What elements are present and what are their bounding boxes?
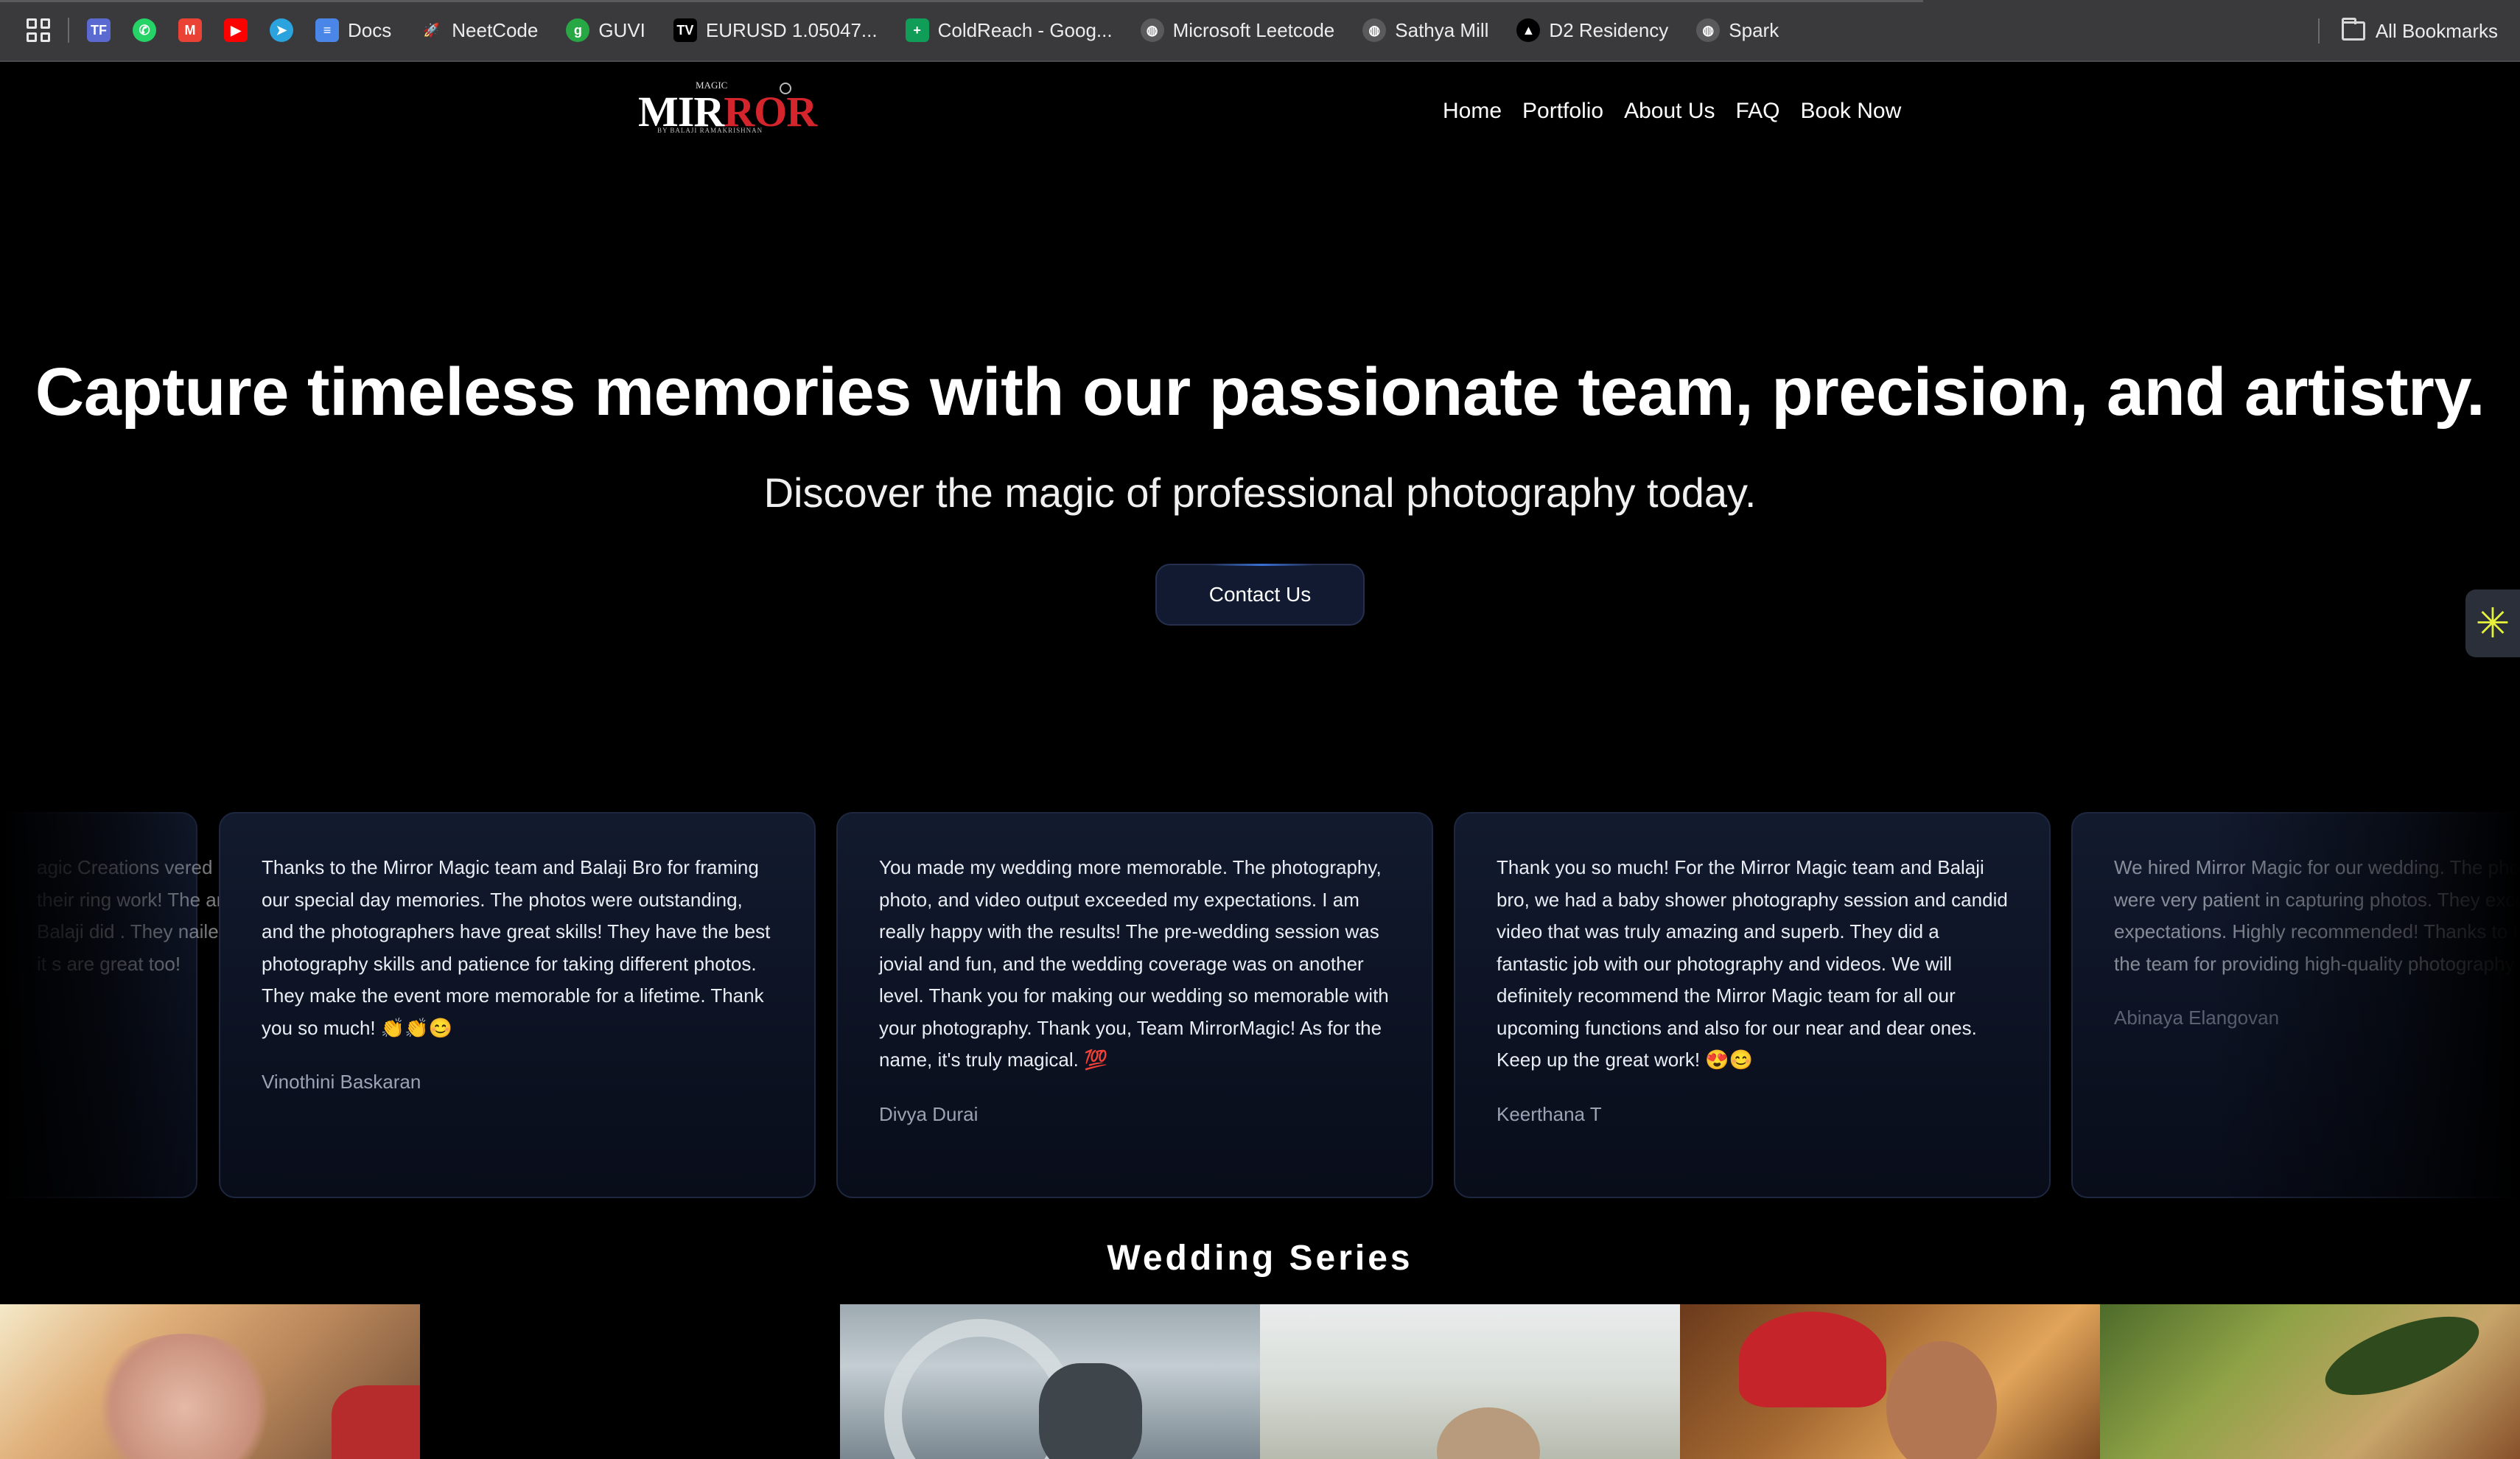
wedding-gallery [0,1304,2520,1459]
hero-title: Capture timeless memories with our passi… [35,354,2485,430]
testimonial-card: Thank you so much! For the Mirror Magic … [1454,812,2051,1198]
nav-faq[interactable]: FAQ [1736,99,1780,124]
rocket-icon: 🚀 [419,18,444,42]
bookmark-item[interactable]: ▶ [224,18,248,42]
wedding-photo[interactable] [1260,1304,1680,1459]
docs-icon: ≡ [315,18,339,42]
telegram-icon: ➤ [270,18,293,42]
all-bookmarks-label: All Bookmarks [2375,19,2498,42]
bookmark-label: Docs [348,18,392,41]
globe-icon: ◍ [1696,18,1721,42]
wedding-photo[interactable] [2100,1304,2520,1459]
testimonial-text: Thank you so much! For the Mirror Magic … [1497,856,2008,1071]
bookmark-label: Spark [1729,18,1779,41]
site-header: MAGIC MIRROR BY BALAJI RAMAKRISHNAN Home… [0,62,2520,165]
side-widget-button[interactable]: ✳ [2465,589,2520,657]
sheets-icon: + [905,18,929,42]
bookmark-item[interactable]: ◍ Spark [1696,18,1779,42]
tradingview-icon: TV [673,18,697,42]
logo-byline: BY BALAJI RAMAKRISHNAN [657,127,763,134]
wedding-series-title: Wedding Series [1107,1239,1413,1278]
bookmark-label: D2 Residency [1549,18,1669,41]
testimonial-text: You made my wedding more memorable. The … [879,856,1389,1071]
testimonial-author: Vinothini Baskaran [262,1071,421,1093]
main-nav: Home Portfolio About Us FAQ Book Now [1443,99,1901,124]
globe-icon: ◍ [1140,18,1164,42]
testimonials-carousel: agic Creations vered their ring work! Th… [0,812,2520,1198]
bookmarks-bar: TF ✆ M ▶ ➤ ≡ Docs 🚀 NeetCode g GUVI TV EURUSD 1.0504… [0,0,2520,62]
bookmark-item[interactable]: ◍ Microsoft Leetcode [1140,18,1335,42]
folder-icon [2341,18,2365,41]
testimonial-text: agic Creations vered their ring work! Th… [37,856,238,975]
testimonial-author: Divya Durai [879,1102,979,1125]
testimonial-author: Keerthana T [1497,1102,1602,1125]
bookmark-item[interactable]: 🚀 NeetCode [419,18,538,42]
youtube-icon: ▶ [224,18,248,42]
wedding-photo[interactable] [0,1304,420,1459]
bookmark-item[interactable]: M [178,18,202,42]
nav-about-us[interactable]: About Us [1624,99,1715,124]
button-glow [1208,564,1315,566]
apps-grid-icon[interactable] [27,18,50,42]
bookmarks-separator [2317,18,2320,43]
hero-subtitle: Discover the magic of professional photo… [763,469,1757,516]
bookmark-item[interactable]: g GUVI [566,18,645,42]
nav-portfolio[interactable]: Portfolio [1522,99,1603,124]
nav-home[interactable]: Home [1443,99,1502,124]
wedding-photo[interactable] [840,1304,1260,1459]
bookmark-item[interactable]: ≡ Docs [315,18,391,42]
guvi-icon: g [566,18,590,42]
whatsapp-icon: ✆ [133,18,156,42]
testimonial-author: Abinaya Elangovan [2114,1007,2280,1029]
bookmark-label: EURUSD 1.05047... [705,18,878,41]
contact-us-button[interactable]: Contact Us [1155,564,1365,626]
loading-progress-line [0,0,1923,2]
teachable-icon: TF [87,18,111,42]
testimonial-card: agic Creations vered their ring work! Th… [0,812,238,1198]
testimonial-card: You made my wedding more memorable. The … [836,812,1433,1198]
testimonial-card: We hired Mirror Magic for our wedding. T… [2071,812,2520,1198]
all-bookmarks-button[interactable]: All Bookmarks [2300,0,2498,62]
bookmark-item[interactable]: TF [87,18,111,42]
bookmark-item[interactable]: TV EURUSD 1.05047... [673,18,878,42]
mirror-magic-logo[interactable]: MAGIC MIRROR BY BALAJI RAMAKRISHNAN [635,80,817,139]
asterisk-icon: ✳ [2475,600,2510,646]
testimonial-text: We hired Mirror Magic for our wedding. T… [2114,856,2520,975]
bookmark-label: Sathya Mill [1395,18,1489,41]
bookmarks-separator [68,18,69,43]
testimonial-card: Thanks to the Mirror Magic team and Bala… [219,812,816,1198]
wedding-photo[interactable] [1680,1304,2100,1459]
gmail-icon: M [178,18,202,42]
contact-us-label: Contact Us [1208,583,1312,606]
bookmark-item[interactable]: ◍ Sathya Mill [1362,18,1488,42]
bookmark-list: TF ✆ M ▶ ➤ ≡ Docs 🚀 NeetCode g GUVI TV EURUSD 1.0504… [87,18,1807,42]
bookmark-item[interactable]: ▲ D2 Residency [1516,18,1668,42]
globe-icon: ◍ [1362,18,1387,42]
d2-icon: ▲ [1516,18,1541,42]
bookmark-item[interactable]: + ColdReach - Goog... [905,18,1113,42]
bookmark-label: Microsoft Leetcode [1172,18,1335,41]
bookmark-item[interactable]: ➤ [270,18,293,42]
bookmark-label: GUVI [598,18,645,41]
bookmark-label: NeetCode [452,18,539,41]
nav-book-now[interactable]: Book Now [1801,99,1902,124]
bookmark-item[interactable]: ✆ [133,18,156,42]
registered-icon [780,83,791,94]
bookmark-label: ColdReach - Goog... [937,18,1113,41]
testimonial-text: Thanks to the Mirror Magic team and Bala… [262,856,771,1039]
